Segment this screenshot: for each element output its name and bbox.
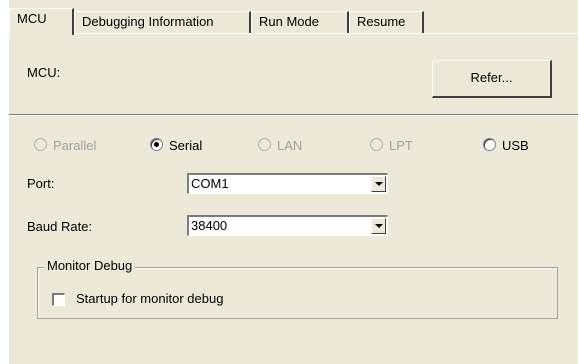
startup-monitor-checkbox[interactable] — [52, 293, 65, 306]
baud-rate-select[interactable]: 38400 — [187, 215, 388, 236]
baud-rate-label: Baud Rate: — [27, 219, 93, 234]
tab-label: Resume — [357, 14, 406, 29]
tab-bar: MCU Debugging Information Run Mode Resum… — [9, 8, 578, 35]
radio-circle-icon — [34, 138, 47, 151]
radio-label: USB — [502, 138, 529, 153]
radio-usb[interactable]: USB — [483, 138, 529, 154]
port-select[interactable]: COM1 — [187, 173, 388, 194]
radio-parallel[interactable]: Parallel — [34, 138, 96, 154]
chevron-down-icon[interactable] — [371, 218, 386, 234]
radio-label: LPT — [389, 138, 413, 153]
radio-lpt[interactable]: LPT — [370, 138, 413, 154]
radio-circle-icon — [483, 138, 496, 151]
radio-selected-icon — [150, 138, 163, 151]
tab-run-mode[interactable]: Run Mode — [251, 11, 349, 33]
baud-rate-value: 38400 — [191, 218, 228, 233]
mcu-label: MCU: — [27, 65, 61, 80]
tab-divider — [9, 33, 578, 34]
startup-monitor-label: Startup for monitor debug — [76, 291, 224, 306]
port-value: COM1 — [191, 176, 229, 191]
radio-circle-icon — [370, 138, 383, 151]
tab-label: Debugging Information — [82, 14, 214, 29]
tab-label: Run Mode — [259, 14, 319, 29]
refer-button[interactable]: Refer... — [432, 60, 552, 98]
radio-serial[interactable]: Serial — [150, 138, 202, 154]
radio-label: LAN — [277, 138, 303, 153]
radio-lan[interactable]: LAN — [258, 138, 302, 154]
monitor-debug-title: Monitor Debug — [44, 258, 136, 273]
radio-circle-icon — [258, 138, 271, 151]
chevron-down-icon[interactable] — [371, 176, 386, 192]
port-label: Port: — [27, 176, 55, 191]
tab-label: MCU — [17, 11, 47, 26]
tab-debugging-information[interactable]: Debugging Information — [74, 11, 251, 33]
section-separator — [9, 114, 578, 116]
radio-label: Serial — [169, 138, 203, 153]
tab-resume[interactable]: Resume — [349, 11, 424, 33]
radio-label: Parallel — [53, 138, 97, 153]
tab-mcu[interactable]: MCU — [9, 8, 74, 35]
